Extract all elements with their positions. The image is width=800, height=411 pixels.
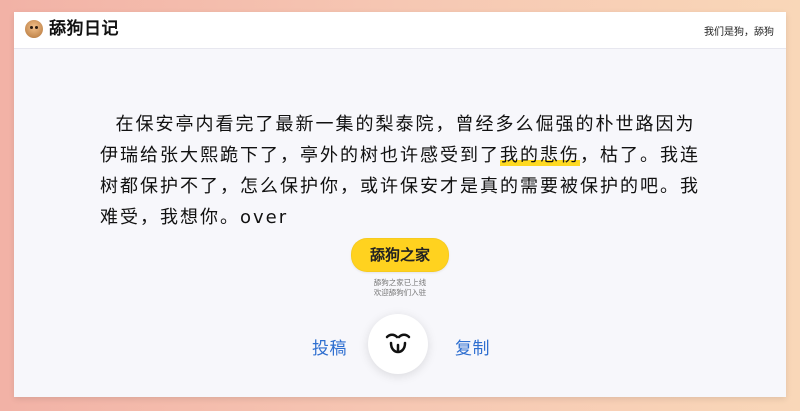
- diary-text-highlight: 我的悲伤: [500, 145, 580, 166]
- brand[interactable]: 舔狗日记: [25, 20, 119, 38]
- top-header: 舔狗日记 我们是狗，舔狗: [14, 12, 786, 49]
- bottom-actions: 投稿 复制: [0, 312, 800, 376]
- tongue-face-icon: [385, 333, 411, 354]
- home-pill-button[interactable]: 舔狗之家: [350, 238, 449, 272]
- brand-title: 舔狗日记: [49, 19, 119, 39]
- copy-button[interactable]: 复制: [455, 334, 490, 359]
- home-pill-section: 舔狗之家 舔狗之家已上线 欢迎舔狗们入驻: [0, 238, 800, 298]
- home-pill-subtext: 舔狗之家已上线 欢迎舔狗们入驻: [0, 278, 800, 298]
- submit-button[interactable]: 投稿: [312, 334, 347, 359]
- random-diary-button[interactable]: [368, 314, 428, 374]
- diary-text: 在保安亭内看完了最新一集的梨泰院，曾经多么倔强的朴世路因为伊瑞给张大熙跪下了，亭…: [100, 78, 700, 233]
- home-pill-subtext-line-2: 欢迎舔狗们入驻: [373, 288, 427, 297]
- home-pill-subtext-line-1: 舔狗之家已上线: [373, 278, 427, 287]
- dog-logo-icon: [25, 20, 43, 38]
- header-slogan: 我们是狗，舔狗: [704, 27, 774, 38]
